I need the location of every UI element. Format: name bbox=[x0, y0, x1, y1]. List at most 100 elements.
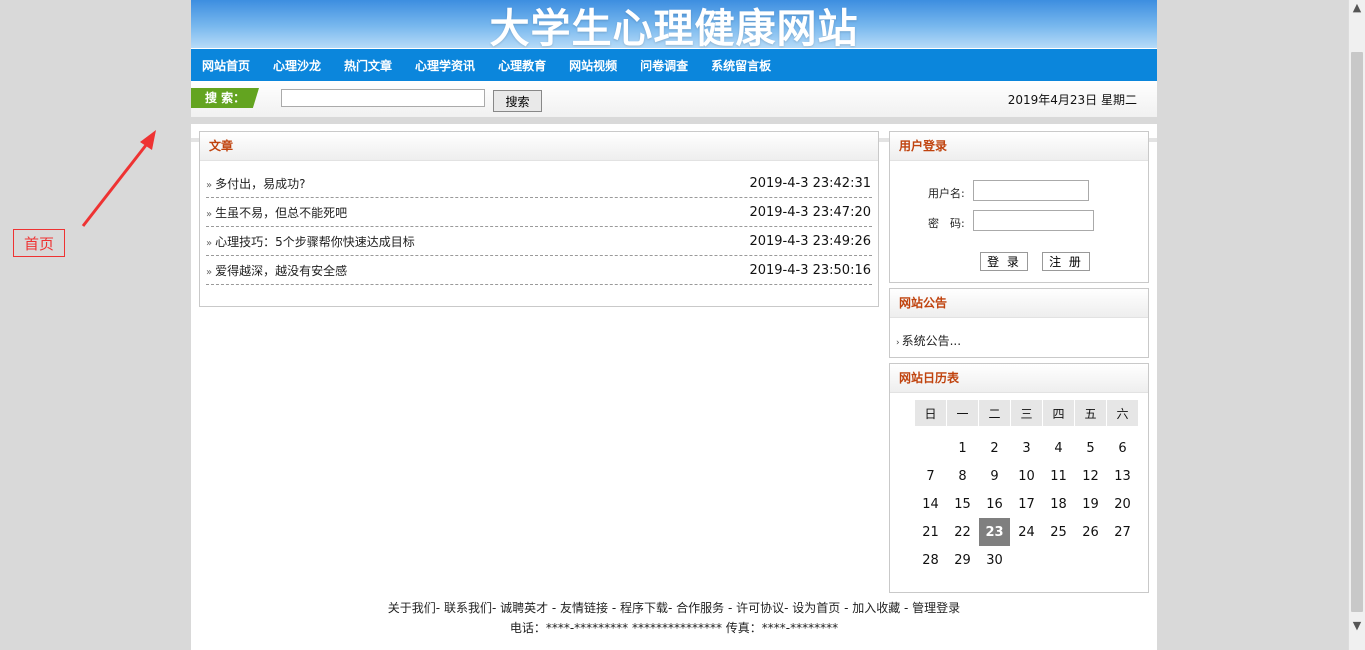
scroll-down-icon[interactable]: ▼ bbox=[1349, 618, 1365, 634]
page-container: 大学生心理健康网站 网站首页 心理沙龙 热门文章 心理学资讯 心理教育 网站视频… bbox=[191, 0, 1157, 650]
current-date: 2019年4月23日 星期二 bbox=[1007, 93, 1137, 107]
calendar-day: 24 bbox=[1018, 524, 1035, 540]
article-title-link[interactable]: 多付出，易成功? bbox=[215, 177, 305, 191]
calendar-day: 26 bbox=[1082, 524, 1099, 540]
password-field[interactable] bbox=[973, 210, 1094, 231]
main-nav: 网站首页 心理沙龙 热门文章 心理学资讯 心理教育 网站视频 问卷调查 系统留言… bbox=[191, 49, 1157, 81]
calendar-day: 3 bbox=[1022, 440, 1031, 456]
footer-links[interactable]: 关于我们- 联系我们- 诚聘英才 - 友情链接 - 程序下载- 合作服务 - 许… bbox=[191, 599, 1157, 616]
calendar-day bbox=[915, 434, 946, 462]
nav-hot-articles[interactable]: 热门文章 bbox=[344, 57, 392, 74]
site-title: 大学生心理健康网站 bbox=[489, 6, 859, 52]
article-title-link[interactable]: 爱得越深，越没有安全感 bbox=[215, 264, 347, 278]
search-bar: 搜 索： 搜索 2019年4月23日 星期二 bbox=[191, 81, 1157, 117]
nav-home[interactable]: 网站首页 bbox=[202, 57, 250, 74]
login-panel: 用户登录 用户名: 密 码: 登 录 注 册 bbox=[889, 131, 1149, 283]
list-item: » 多付出，易成功? 2019-4-3 23:42:31 bbox=[206, 169, 872, 198]
username-field[interactable] bbox=[973, 180, 1089, 201]
calendar-day: 18 bbox=[1050, 496, 1067, 512]
calendar-day: 15 bbox=[954, 496, 971, 512]
calendar-day: 13 bbox=[1114, 468, 1131, 484]
calendar-panel: 网站日历表 日 一 二 三 四 五 六 1 2 3 4 5 6 7 8 9 10… bbox=[889, 363, 1149, 593]
article-panel-title: 文章 bbox=[200, 132, 878, 161]
nav-survey[interactable]: 问卷调查 bbox=[640, 57, 688, 74]
calendar-day: 29 bbox=[954, 552, 971, 568]
calendar-day: 30 bbox=[986, 552, 1003, 568]
calendar-day: 17 bbox=[1018, 496, 1035, 512]
article-list: » 多付出，易成功? 2019-4-3 23:42:31 » 生虽不易，但总不能死吧… bbox=[206, 169, 872, 285]
register-button[interactable]: 注 册 bbox=[1042, 252, 1090, 271]
notice-panel-title: 网站公告 bbox=[890, 289, 1148, 318]
nav-videos[interactable]: 网站视频 bbox=[569, 57, 617, 74]
article-time: 2019-4-3 23:47:20 bbox=[749, 204, 871, 220]
password-label: 密 码: bbox=[928, 217, 965, 230]
nav-psych-news[interactable]: 心理学资讯 bbox=[415, 57, 475, 74]
notice-panel: 网站公告 › 系统公告... bbox=[889, 288, 1149, 358]
weekday-header: 二 bbox=[979, 400, 1010, 426]
notice-item-label: 系统公告... bbox=[901, 334, 962, 348]
login-panel-title: 用户登录 bbox=[890, 132, 1148, 161]
annotation-arrow bbox=[81, 130, 156, 227]
bullet-icon: » bbox=[206, 208, 213, 220]
calendar-day: 5 bbox=[1086, 440, 1095, 456]
weekday-header: 一 bbox=[947, 400, 978, 426]
calendar-day: 9 bbox=[990, 468, 999, 484]
weekday-header: 四 bbox=[1043, 400, 1074, 426]
nav-guestbook[interactable]: 系统留言板 bbox=[711, 57, 771, 74]
search-tag: 搜 索： bbox=[191, 88, 259, 108]
weekday-header: 六 bbox=[1107, 400, 1138, 426]
list-item: » 生虽不易，但总不能死吧 2019-4-3 23:47:20 bbox=[206, 198, 872, 227]
footer-contact: 电话：****-********* *************** 传真：***… bbox=[509, 621, 839, 635]
calendar-table: 日 一 二 三 四 五 六 1 2 3 4 5 6 7 8 9 10 11 12… bbox=[914, 400, 1139, 574]
search-button[interactable]: 搜索 bbox=[493, 90, 542, 112]
article-title-link[interactable]: 生虽不易，但总不能死吧 bbox=[215, 206, 347, 220]
annotation-label: 首页 bbox=[13, 229, 65, 257]
calendar-day: 27 bbox=[1114, 524, 1131, 540]
calendar-day: 28 bbox=[922, 552, 939, 568]
calendar-day bbox=[1043, 546, 1074, 574]
bullet-icon: » bbox=[206, 179, 213, 191]
calendar-day: 6 bbox=[1118, 440, 1127, 456]
calendar-day: 14 bbox=[922, 496, 939, 512]
calendar-day: 16 bbox=[986, 496, 1003, 512]
article-time: 2019-4-3 23:49:26 bbox=[749, 233, 871, 249]
calendar-day: 20 bbox=[1114, 496, 1131, 512]
bullet-icon: » bbox=[206, 266, 213, 278]
calendar-day: 21 bbox=[922, 524, 939, 540]
calendar-day bbox=[1075, 546, 1106, 574]
divider bbox=[191, 117, 1157, 124]
bullet-icon: » bbox=[206, 237, 213, 249]
calendar-day: 10 bbox=[1018, 468, 1035, 484]
calendar-day: 25 bbox=[1050, 524, 1067, 540]
nav-salon[interactable]: 心理沙龙 bbox=[273, 57, 321, 74]
weekday-header: 五 bbox=[1075, 400, 1106, 426]
search-input[interactable] bbox=[281, 89, 485, 107]
calendar-day bbox=[1107, 546, 1138, 574]
login-button[interactable]: 登 录 bbox=[980, 252, 1028, 271]
article-time: 2019-4-3 23:50:16 bbox=[749, 262, 871, 278]
scroll-up-icon[interactable]: ▲ bbox=[1349, 0, 1365, 16]
calendar-panel-title: 网站日历表 bbox=[890, 364, 1148, 393]
article-title-link[interactable]: 心理技巧：5个步骤帮你快速达成目标 bbox=[215, 235, 415, 249]
username-label: 用户名: bbox=[928, 187, 965, 200]
weekday-header: 日 bbox=[915, 400, 946, 426]
notice-item[interactable]: › 系统公告... bbox=[896, 332, 961, 349]
chevron-right-icon: › bbox=[896, 338, 900, 348]
weekday-header: 三 bbox=[1011, 400, 1042, 426]
article-time: 2019-4-3 23:42:31 bbox=[749, 175, 871, 191]
article-panel: 文章 » 多付出，易成功? 2019-4-3 23:42:31 » 生虽不易，但总不… bbox=[199, 131, 879, 307]
calendar-day: 22 bbox=[954, 524, 971, 540]
calendar-day bbox=[1011, 546, 1042, 574]
vertical-scrollbar[interactable]: ▲ ▼ bbox=[1348, 0, 1365, 650]
calendar-day: 7 bbox=[926, 468, 935, 484]
list-item: » 心理技巧：5个步骤帮你快速达成目标 2019-4-3 23:49:26 bbox=[206, 227, 872, 256]
scrollbar-thumb[interactable] bbox=[1351, 52, 1363, 612]
site-banner: 大学生心理健康网站 bbox=[191, 0, 1157, 52]
calendar-day: 11 bbox=[1050, 468, 1067, 484]
calendar-day: 1 bbox=[958, 440, 967, 456]
calendar-day: 2 bbox=[990, 440, 999, 456]
nav-psych-education[interactable]: 心理教育 bbox=[498, 57, 546, 74]
calendar-day: 19 bbox=[1082, 496, 1099, 512]
calendar-day-today: 23 bbox=[979, 518, 1010, 546]
calendar-day: 8 bbox=[958, 468, 967, 484]
